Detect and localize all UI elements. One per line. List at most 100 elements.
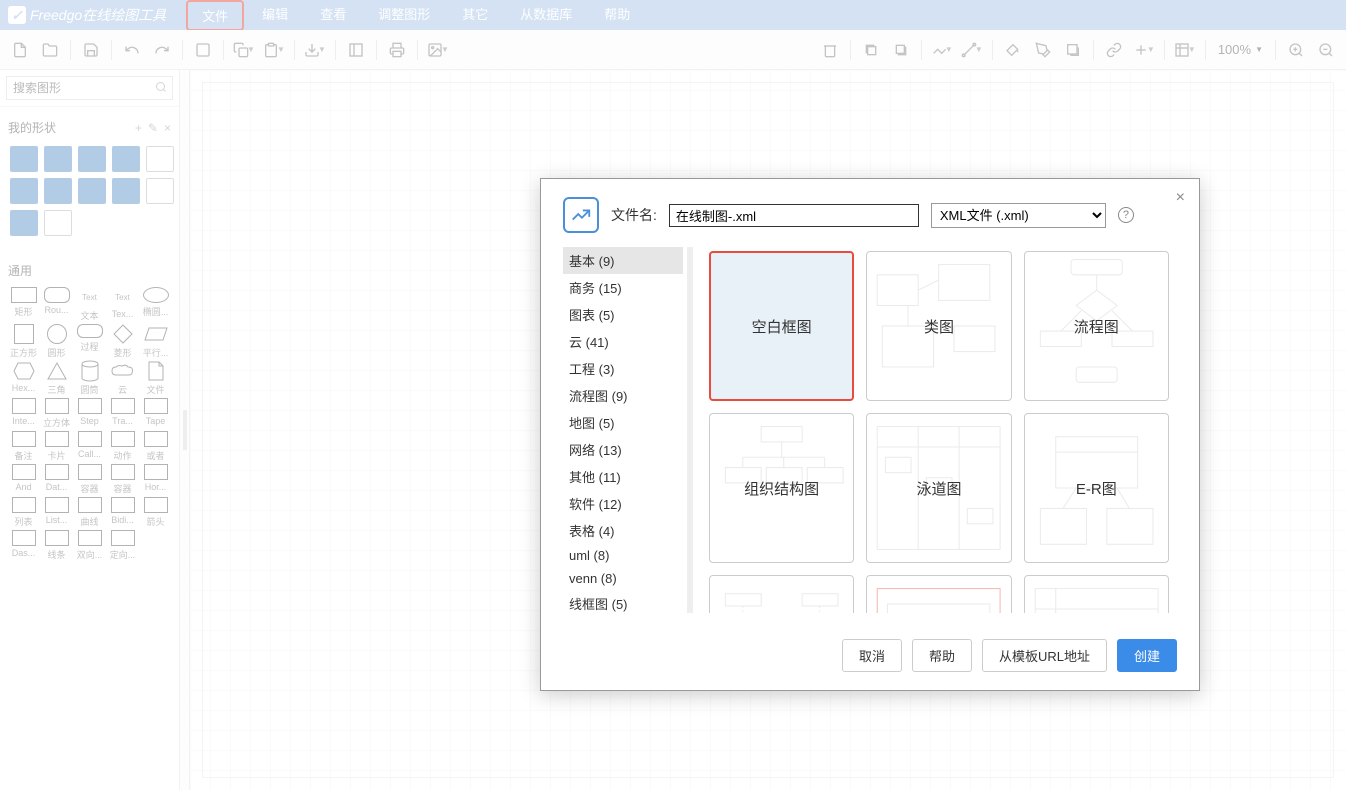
general-shape-item[interactable]: 云 xyxy=(107,361,138,396)
new-file-button[interactable] xyxy=(6,36,34,64)
myshape-item[interactable] xyxy=(8,144,40,174)
general-shape-item[interactable]: Hor... xyxy=(140,464,171,495)
undo-button[interactable] xyxy=(118,36,146,64)
sidebar-splitter[interactable] xyxy=(180,70,190,790)
template-card[interactable]: 流程图 xyxy=(1024,251,1169,401)
general-shape-item[interactable]: 双向... xyxy=(74,530,105,561)
general-shape-item[interactable]: 菱形 xyxy=(107,324,138,359)
general-shape-item[interactable]: 卡片 xyxy=(41,431,72,462)
fit-button[interactable] xyxy=(342,36,370,64)
format-button[interactable] xyxy=(189,36,217,64)
template-card[interactable]: Simple xyxy=(866,575,1011,613)
menu-item-0[interactable]: 文件 xyxy=(186,0,244,31)
general-shape-item[interactable]: 平行... xyxy=(140,324,171,359)
from-url-button[interactable]: 从模板URL地址 xyxy=(982,639,1107,672)
menu-item-4[interactable]: 其它 xyxy=(448,0,502,31)
help-icon[interactable]: ? xyxy=(1118,207,1134,223)
general-shape-item[interactable]: 容器 xyxy=(107,464,138,495)
general-shape-item[interactable]: 圆形 xyxy=(41,324,72,359)
template-card[interactable]: 类图 xyxy=(866,251,1011,401)
link-button[interactable] xyxy=(1100,36,1128,64)
open-file-button[interactable] xyxy=(36,36,64,64)
copy-button[interactable]: ▼ xyxy=(230,36,258,64)
filetype-select[interactable]: XML文件 (.xml) xyxy=(931,203,1106,228)
template-card[interactable]: 泳道图 xyxy=(866,413,1011,563)
general-shape-item[interactable]: Rou... xyxy=(41,287,72,322)
general-shape-item[interactable]: Dat... xyxy=(41,464,72,495)
menu-item-3[interactable]: 调整图形 xyxy=(364,0,444,31)
general-shape-item[interactable]: 或者 xyxy=(140,431,171,462)
template-card[interactable]: 组织结构图 xyxy=(709,413,854,563)
menu-item-5[interactable]: 从数据库 xyxy=(506,0,586,31)
help-button[interactable]: 帮助 xyxy=(912,639,972,672)
myshape-item[interactable] xyxy=(8,176,40,206)
category-item[interactable]: 表格 (4) xyxy=(563,517,683,544)
delete-button[interactable] xyxy=(816,36,844,64)
paste-button[interactable]: ▼ xyxy=(260,36,288,64)
line-color-button[interactable] xyxy=(1029,36,1057,64)
myshape-item[interactable] xyxy=(110,144,142,174)
category-item[interactable]: 网络 (13) xyxy=(563,436,683,463)
front-button[interactable] xyxy=(857,36,885,64)
general-shape-item[interactable]: Inte... xyxy=(8,398,39,429)
zoom-in-button[interactable] xyxy=(1282,36,1310,64)
category-item[interactable]: 软件 (12) xyxy=(563,490,683,517)
shadow-button[interactable] xyxy=(1059,36,1087,64)
myshape-item[interactable] xyxy=(42,208,74,238)
myshape-item[interactable] xyxy=(110,176,142,206)
general-shape-item[interactable]: Bidi... xyxy=(107,497,138,528)
myshape-item[interactable] xyxy=(76,144,108,174)
print-button[interactable] xyxy=(383,36,411,64)
general-shape-item[interactable]: 三角 xyxy=(41,361,72,396)
category-item[interactable]: uml (8) xyxy=(563,544,683,567)
table-button[interactable]: ▼ xyxy=(1171,36,1199,64)
category-item[interactable]: 商务 (15) xyxy=(563,274,683,301)
menu-item-2[interactable]: 查看 xyxy=(306,0,360,31)
general-shape-item[interactable]: 备注 xyxy=(8,431,39,462)
general-shape-item[interactable]: 线条 xyxy=(41,530,72,561)
connector-button[interactable]: ▼ xyxy=(928,36,956,64)
general-shape-item[interactable]: TextTex... xyxy=(107,287,138,322)
template-card[interactable]: Sequence xyxy=(709,575,854,613)
myshape-item[interactable] xyxy=(144,144,176,174)
close-icon[interactable]: × xyxy=(1176,189,1185,207)
save-button[interactable] xyxy=(77,36,105,64)
waypoint-button[interactable]: ▼ xyxy=(958,36,986,64)
general-shape-item[interactable]: 容器 xyxy=(74,464,105,495)
category-item[interactable]: 基本 (9) xyxy=(563,247,683,274)
general-shape-item[interactable]: Hex... xyxy=(8,361,39,396)
general-shape-item[interactable]: 动作 xyxy=(107,431,138,462)
add-shape-icon[interactable]: + xyxy=(135,121,142,135)
general-shape-item[interactable]: And xyxy=(8,464,39,495)
category-item[interactable]: 工程 (3) xyxy=(563,355,683,382)
general-shape-item[interactable]: Das... xyxy=(8,530,39,561)
myshape-item[interactable] xyxy=(42,176,74,206)
filename-input[interactable] xyxy=(669,204,919,227)
myshape-item[interactable] xyxy=(8,208,40,238)
general-shape-item[interactable]: List... xyxy=(41,497,72,528)
template-card[interactable]: E-R图 xyxy=(1024,413,1169,563)
general-shape-item[interactable]: 箭头 xyxy=(140,497,171,528)
general-shape-item[interactable]: 正方形 xyxy=(8,324,39,359)
fill-color-button[interactable] xyxy=(999,36,1027,64)
cancel-button[interactable]: 取消 xyxy=(842,639,902,672)
close-shape-icon[interactable]: × xyxy=(164,121,171,135)
general-shape-item[interactable]: 圆筒 xyxy=(74,361,105,396)
general-shape-item[interactable]: Step xyxy=(74,398,105,429)
general-shape-item[interactable]: 文件 xyxy=(140,361,171,396)
category-item[interactable]: 云 (41) xyxy=(563,328,683,355)
general-shape-item[interactable]: Tra... xyxy=(107,398,138,429)
image-button[interactable]: ▼ xyxy=(424,36,452,64)
zoom-out-button[interactable] xyxy=(1312,36,1340,64)
category-item[interactable]: 图表 (5) xyxy=(563,301,683,328)
general-shape-item[interactable]: Text文本 xyxy=(74,287,105,322)
template-card[interactable]: 空白框图 xyxy=(709,251,854,401)
general-shape-item[interactable]: 列表 xyxy=(8,497,39,528)
general-shape-item[interactable]: 定向... xyxy=(107,530,138,561)
category-item[interactable]: 线框图 (5) xyxy=(563,590,683,613)
zoom-display[interactable]: 100%▼ xyxy=(1212,42,1269,57)
back-button[interactable] xyxy=(887,36,915,64)
category-item[interactable]: venn (8) xyxy=(563,567,683,590)
general-shape-item[interactable]: 曲线 xyxy=(74,497,105,528)
general-shape-item[interactable]: 椭圆... xyxy=(140,287,171,322)
